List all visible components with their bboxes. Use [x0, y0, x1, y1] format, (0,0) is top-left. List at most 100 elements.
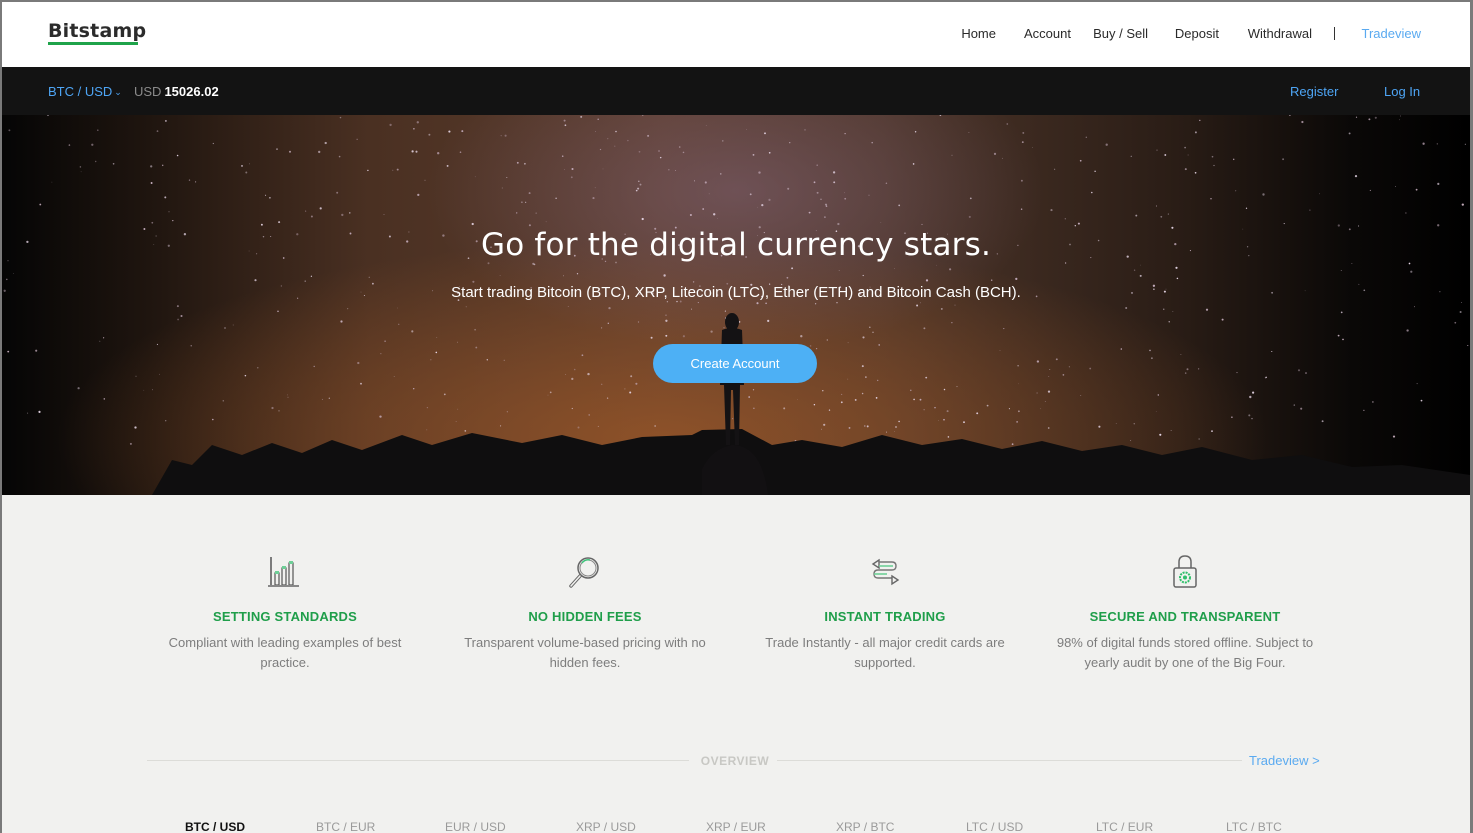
star	[1461, 203, 1464, 206]
star	[571, 377, 574, 381]
star	[1467, 344, 1469, 347]
star	[1368, 118, 1371, 121]
star	[1265, 376, 1267, 379]
star	[912, 163, 915, 165]
star	[836, 302, 838, 304]
star	[1020, 208, 1023, 210]
star	[1262, 193, 1265, 196]
star	[797, 399, 798, 400]
star	[287, 396, 289, 398]
star	[676, 300, 678, 303]
star	[592, 197, 595, 200]
star	[758, 171, 761, 174]
star	[1194, 171, 1197, 174]
star	[156, 130, 159, 132]
tab-xrp-btc[interactable]: XRP / BTC	[836, 820, 894, 833]
star	[411, 330, 414, 333]
login-link[interactable]: Log In	[1384, 84, 1420, 99]
star	[319, 207, 322, 210]
star	[1355, 116, 1358, 118]
star	[1282, 158, 1285, 161]
star	[822, 390, 824, 392]
star	[861, 365, 864, 368]
tab-ltc-usd[interactable]: LTC / USD	[966, 820, 1023, 833]
star	[564, 168, 565, 170]
star	[99, 340, 101, 342]
star	[587, 372, 590, 376]
star	[1205, 308, 1209, 311]
star	[94, 160, 97, 163]
star	[650, 336, 653, 339]
tradeview-link[interactable]: Tradeview >	[1249, 753, 1320, 768]
star	[615, 130, 617, 133]
tab-ltc-btc[interactable]: LTC / BTC	[1226, 820, 1282, 833]
currency-pair-dropdown[interactable]: BTC / USD ⌄	[48, 84, 122, 99]
nav-home[interactable]: Home	[961, 26, 996, 41]
star	[260, 223, 263, 226]
bitstamp-logo[interactable]: Bitstamp	[48, 20, 146, 42]
tab-btc-usd[interactable]: BTC / USD	[185, 820, 245, 833]
star	[702, 208, 705, 210]
star	[159, 373, 160, 375]
star	[1049, 369, 1051, 371]
star	[555, 197, 557, 199]
tab-eur-usd[interactable]: EUR / USD	[445, 820, 506, 833]
create-account-button[interactable]: Create Account	[653, 344, 817, 383]
person-silhouette	[702, 313, 768, 495]
star	[768, 198, 771, 202]
star	[761, 203, 764, 207]
star	[349, 212, 351, 214]
star	[1003, 328, 1005, 330]
star	[1157, 394, 1160, 396]
star	[435, 351, 438, 354]
star	[1031, 147, 1033, 148]
star	[1415, 188, 1418, 191]
star	[336, 191, 339, 194]
nav-deposit[interactable]: Deposit	[1175, 26, 1219, 41]
star	[1085, 136, 1087, 138]
star	[637, 321, 640, 323]
star	[840, 401, 843, 404]
star	[1139, 274, 1142, 277]
tab-ltc-eur[interactable]: LTC / EUR	[1096, 820, 1153, 833]
star	[1175, 266, 1178, 269]
star	[871, 141, 873, 144]
tab-xrp-usd[interactable]: XRP / USD	[576, 820, 636, 833]
star	[914, 131, 917, 133]
star	[1297, 369, 1301, 372]
currency-pair-label: BTC / USD	[48, 84, 113, 99]
nav-withdrawal[interactable]: Withdrawal	[1248, 26, 1312, 41]
star	[471, 222, 474, 226]
star	[13, 273, 14, 275]
tab-xrp-eur[interactable]: XRP / EUR	[706, 820, 766, 833]
nav-buy-sell[interactable]: Buy / Sell	[1093, 26, 1148, 41]
nav-account[interactable]: Account	[1024, 26, 1071, 41]
nav-tradeview[interactable]: Tradeview	[1362, 26, 1421, 41]
star	[528, 224, 531, 227]
star	[1047, 390, 1051, 393]
star	[675, 170, 677, 172]
star	[694, 180, 695, 182]
star	[665, 314, 667, 316]
star	[573, 368, 576, 371]
star	[581, 354, 584, 357]
star	[877, 379, 879, 382]
register-link[interactable]: Register	[1290, 84, 1338, 99]
star	[324, 141, 327, 145]
star	[595, 131, 596, 132]
star	[1210, 197, 1212, 200]
star	[1048, 376, 1050, 377]
hero-banner: Go for the digital currency stars. Start…	[2, 115, 1470, 495]
star	[79, 166, 82, 168]
star	[1156, 149, 1158, 151]
star	[1079, 159, 1082, 162]
star	[862, 274, 864, 277]
star	[940, 307, 943, 310]
star	[195, 181, 197, 183]
star	[437, 152, 440, 155]
star	[894, 268, 895, 269]
features-section: SETTING STANDARDS Compliant with leading…	[2, 495, 1470, 735]
star	[459, 151, 462, 153]
tab-btc-eur[interactable]: BTC / EUR	[316, 820, 375, 833]
star	[68, 144, 71, 146]
